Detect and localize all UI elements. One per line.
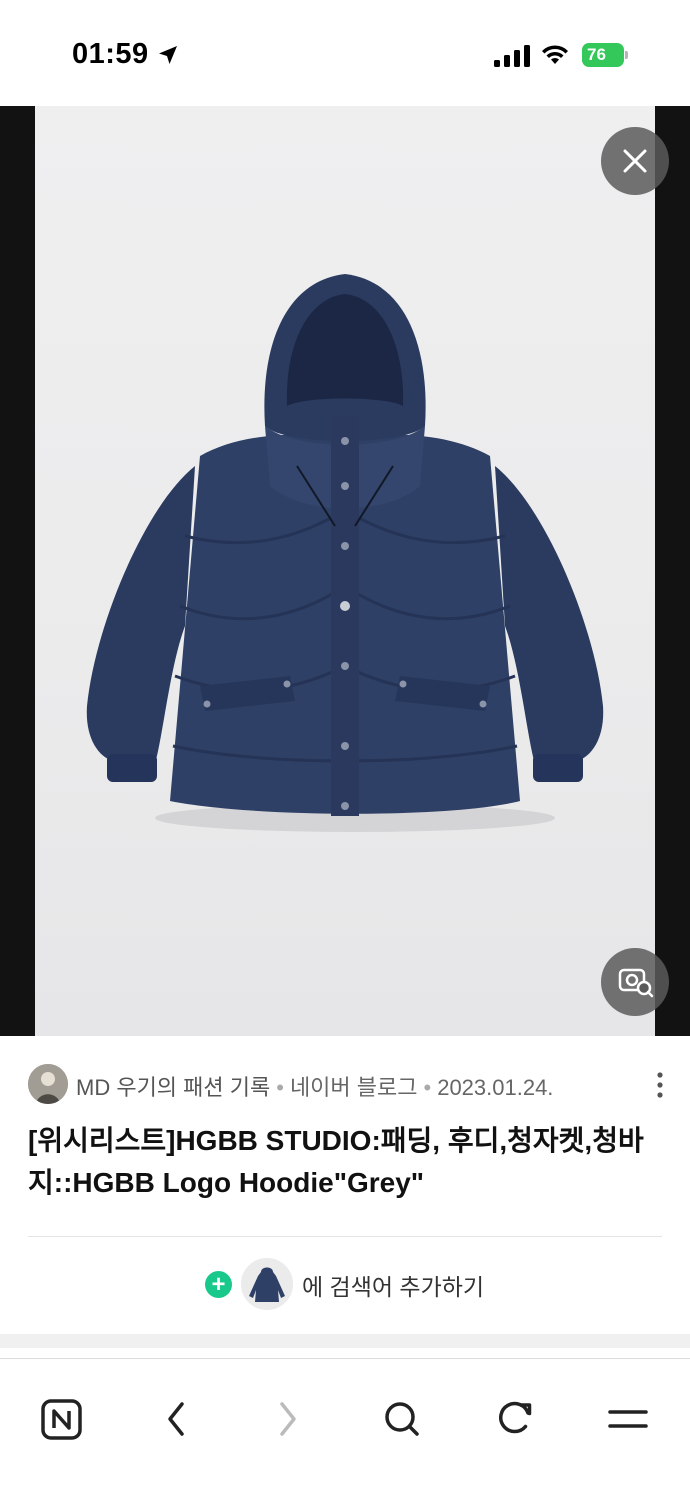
source-row[interactable]: MD 우기의 패션 기록 • 네이버 블로그 • 2023.01.24.: [28, 1063, 668, 1105]
status-bar: 01:59 76: [0, 0, 690, 106]
more-vertical-icon[interactable]: [654, 1071, 666, 1099]
refresh-button[interactable]: [485, 1380, 545, 1440]
menu-button[interactable]: [598, 1380, 658, 1440]
source-date: 2023.01.24.: [437, 1075, 554, 1100]
back-button[interactable]: [145, 1380, 205, 1440]
image-search-button[interactable]: [601, 948, 669, 1016]
naver-home-icon: [41, 1399, 82, 1440]
menu-icon: [608, 1410, 648, 1428]
image-search-icon: [618, 968, 654, 998]
search-button[interactable]: [372, 1380, 432, 1440]
source-name: MD 우기의 패션 기록: [76, 1075, 271, 1100]
cellular-signal-icon: [494, 45, 530, 67]
battery-indicator: 76: [582, 43, 628, 67]
image-viewer: [0, 106, 690, 1036]
result-title[interactable]: [위시리스트]HGBB STUDIO:패딩, 후디,청자켓,청바지::HGBB …: [28, 1120, 668, 1204]
chevron-left-icon: [168, 1402, 184, 1436]
product-photo[interactable]: [35, 106, 655, 1036]
wifi-icon: [542, 45, 568, 64]
source-site: 네이버 블로그: [289, 1075, 418, 1100]
battery-level: 76: [582, 43, 624, 67]
jacket-image: [86, 274, 604, 832]
add-search-term-button[interactable]: + 에 검색어 추가하기: [0, 1256, 690, 1312]
source-text: MD 우기의 패션 기록 • 네이버 블로그 • 2023.01.24.: [76, 1075, 554, 1100]
add-search-label: 에 검색어 추가하기: [302, 1274, 485, 1300]
plus-icon: +: [205, 1271, 232, 1298]
close-icon: [623, 149, 647, 173]
query-thumbnail: [241, 1258, 293, 1310]
forward-button[interactable]: [258, 1380, 318, 1440]
close-button[interactable]: [601, 127, 669, 195]
home-button[interactable]: [32, 1380, 92, 1440]
nav-divider: [0, 1358, 690, 1359]
bottom-nav: [0, 1360, 690, 1500]
search-icon: [385, 1402, 419, 1436]
avatar: [28, 1064, 68, 1104]
divider: [28, 1236, 662, 1237]
status-time: 01:59: [72, 38, 149, 70]
refresh-icon: [499, 1401, 532, 1434]
chevron-right-icon: [280, 1402, 296, 1436]
location-arrow-icon: [159, 46, 177, 64]
section-band: [0, 1334, 690, 1348]
